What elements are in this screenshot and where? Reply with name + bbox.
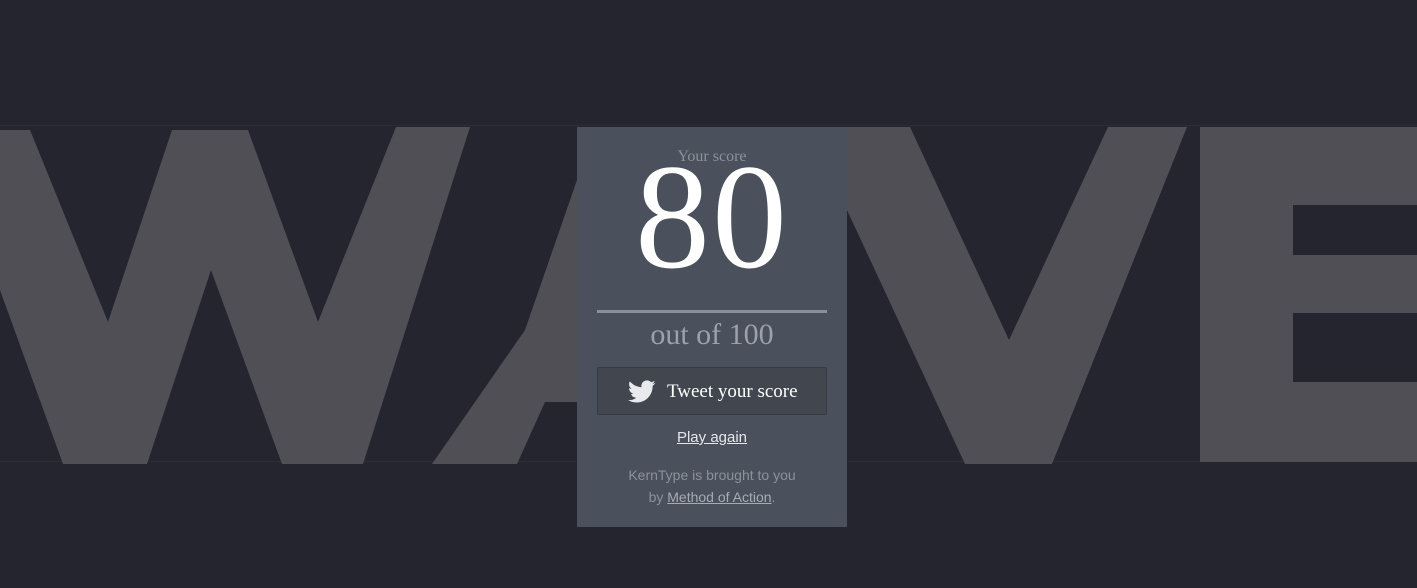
letter-a (432, 180, 577, 464)
score-value: 80 (635, 134, 789, 300)
tweet-score-label: Tweet your score (667, 381, 798, 402)
game-stage: Your score 80 out of 100 Tweet your scor… (0, 0, 1417, 588)
play-again-link[interactable]: Play again (577, 429, 847, 446)
tweet-score-button[interactable]: Tweet your score (597, 367, 827, 415)
letter-v (847, 127, 1187, 464)
score-card: Your score 80 out of 100 Tweet your scor… (577, 127, 847, 527)
score-out-of: out of 100 (650, 318, 774, 351)
method-of-action-link[interactable]: Method of Action (667, 489, 771, 505)
letter-e (1200, 127, 1417, 462)
twitter-bird-icon (628, 380, 656, 404)
credit-text: KernType is brought to you by Method of … (577, 464, 847, 508)
credit-line-1: KernType is brought to you (628, 467, 796, 483)
credit-line-2: by Method of Action. (577, 486, 847, 508)
score-divider (597, 310, 827, 313)
letter-e-gap (1293, 313, 1417, 382)
letter-w (0, 127, 470, 464)
credit-by: by (648, 489, 668, 505)
credit-end: . (771, 489, 776, 505)
